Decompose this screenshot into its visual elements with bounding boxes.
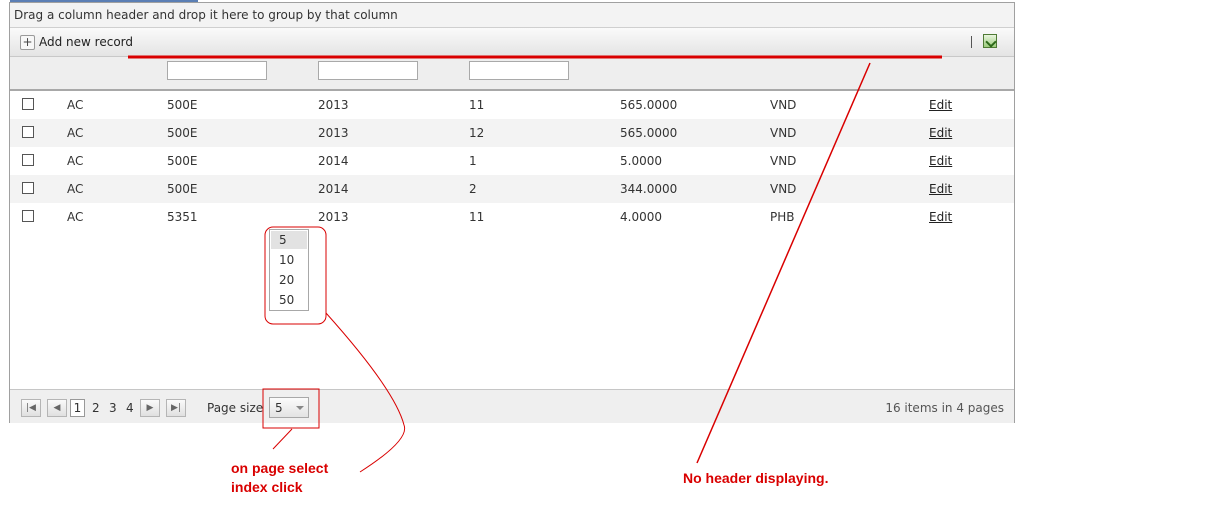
edit-link[interactable]: Edit <box>929 182 952 196</box>
group-by-hint: Drag a column header and drop it here to… <box>14 8 398 22</box>
page-size-label: Page size <box>207 401 264 415</box>
row-checkbox[interactable] <box>22 210 34 222</box>
first-page-button[interactable]: |◀ <box>21 399 41 417</box>
cell-year: 2013 <box>318 98 349 112</box>
cell-currency: PHB <box>770 210 795 224</box>
cell-currency: VND <box>770 182 797 196</box>
page-size-value: 5 <box>275 401 283 415</box>
row-checkbox[interactable] <box>22 182 34 194</box>
annotation-note-left-line2: index click <box>231 479 303 495</box>
row-checkbox[interactable] <box>22 98 34 110</box>
page-number-current[interactable]: 1 <box>70 399 85 417</box>
cell-code: AC <box>67 210 84 224</box>
grid-rows: AC 500E 2013 11 565.0000 VND Edit AC 500… <box>10 91 1014 231</box>
cell-model: 500E <box>167 154 198 168</box>
cell-month: 1 <box>469 154 477 168</box>
next-page-button[interactable]: ▶ <box>140 399 160 417</box>
add-new-record-label: Add new record <box>39 35 133 49</box>
toolbar-separator <box>971 36 972 48</box>
cell-code: AC <box>67 98 84 112</box>
cell-year: 2013 <box>318 126 349 140</box>
last-page-icon: ▶| <box>171 403 181 413</box>
row-checkbox[interactable] <box>22 154 34 166</box>
cell-code: AC <box>67 154 84 168</box>
chevron-down-icon <box>296 406 304 410</box>
cell-amount: 4.0000 <box>620 210 662 224</box>
table-row: AC 500E 2013 12 565.0000 VND Edit <box>10 119 1014 147</box>
pager: |◀ ◀ 1 2 3 4 ▶ ▶| Page size 5 16 items i… <box>10 389 1014 423</box>
table-row: AC 500E 2013 11 565.0000 VND Edit <box>10 91 1014 119</box>
data-grid: Drag a column header and drop it here to… <box>9 2 1015 423</box>
cell-month: 11 <box>469 210 485 224</box>
cell-model: 500E <box>167 182 198 196</box>
plus-icon: + <box>20 34 35 50</box>
last-page-button[interactable]: ▶| <box>166 399 186 417</box>
annotation-note-left-line1: on page select <box>231 460 329 476</box>
page-size-option[interactable]: 10 <box>270 250 308 270</box>
page-number[interactable]: 2 <box>92 401 100 415</box>
first-page-icon: |◀ <box>26 403 36 413</box>
table-row: AC 500E 2014 1 5.0000 VND Edit <box>10 147 1014 175</box>
cell-amount: 5.0000 <box>620 154 662 168</box>
table-row: AC 5351 2013 11 4.0000 PHB Edit <box>10 203 1014 231</box>
add-new-record-button[interactable]: + Add new record <box>20 34 133 50</box>
page-number[interactable]: 4 <box>126 401 134 415</box>
cell-currency: VND <box>770 126 797 140</box>
cell-model: 500E <box>167 126 198 140</box>
table-row: AC 500E 2014 2 344.0000 VND Edit <box>10 175 1014 203</box>
next-page-icon: ▶ <box>146 403 154 413</box>
cell-model: 500E <box>167 98 198 112</box>
page-size-select[interactable]: 5 <box>269 397 309 418</box>
page-number[interactable]: 3 <box>109 401 117 415</box>
cell-currency: VND <box>770 98 797 112</box>
previous-page-icon: ◀ <box>53 403 61 413</box>
cell-code: AC <box>67 126 84 140</box>
page-size-option[interactable]: 50 <box>270 290 308 310</box>
filter-input-month[interactable] <box>469 61 569 80</box>
page-size-dropdown: 5 10 20 50 <box>269 229 309 311</box>
edit-link[interactable]: Edit <box>929 154 952 168</box>
annotation-note-right: No header displaying. <box>683 470 829 486</box>
cell-amount: 565.0000 <box>620 98 678 112</box>
previous-page-button[interactable]: ◀ <box>47 399 67 417</box>
cell-code: AC <box>67 182 84 196</box>
edit-link[interactable]: Edit <box>929 126 952 140</box>
filter-input-model[interactable] <box>167 61 267 80</box>
page-size-option[interactable]: 20 <box>270 270 308 290</box>
filter-row <box>10 57 1014 91</box>
pager-info: 16 items in 4 pages <box>885 401 1004 415</box>
row-checkbox[interactable] <box>22 126 34 138</box>
group-by-panel[interactable]: Drag a column header and drop it here to… <box>10 3 1014 28</box>
edit-link[interactable]: Edit <box>929 210 952 224</box>
page-size-pointer-line <box>272 428 293 450</box>
cell-amount: 565.0000 <box>620 126 678 140</box>
cell-month: 2 <box>469 182 477 196</box>
page-size-option[interactable]: 5 <box>271 231 307 249</box>
cell-year: 2014 <box>318 154 349 168</box>
cell-amount: 344.0000 <box>620 182 678 196</box>
grid-toolbar: + Add new record <box>10 28 1014 57</box>
cell-year: 2014 <box>318 182 349 196</box>
edit-link[interactable]: Edit <box>929 98 952 112</box>
excel-export-icon[interactable] <box>983 34 997 48</box>
cell-month: 11 <box>469 98 485 112</box>
cell-month: 12 <box>469 126 485 140</box>
cell-model: 5351 <box>167 210 198 224</box>
cell-year: 2013 <box>318 210 349 224</box>
cell-currency: VND <box>770 154 797 168</box>
filter-input-year[interactable] <box>318 61 418 80</box>
